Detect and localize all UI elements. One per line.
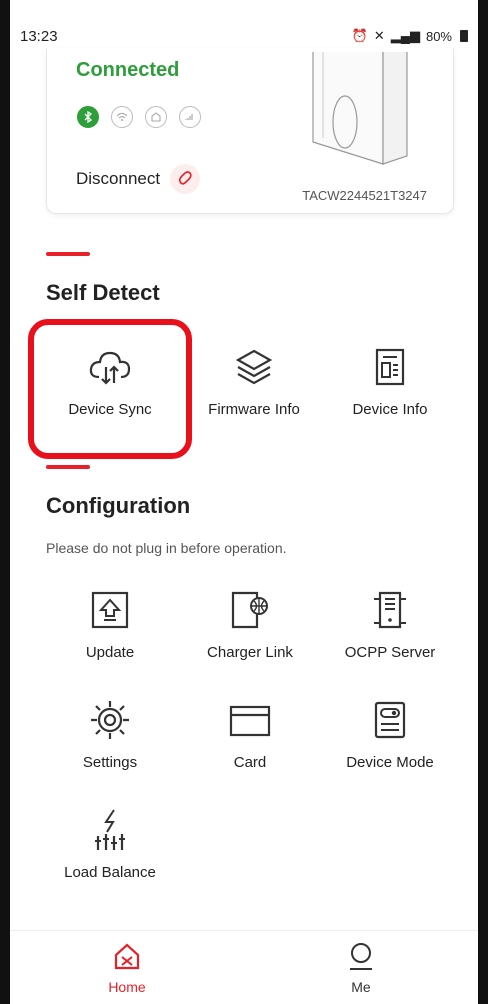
status-icons: ⏰ ✕ ▂▄▆ 80% — [352, 28, 468, 44]
device-info-label: Device Info — [352, 401, 428, 418]
battery-icon — [460, 30, 468, 42]
device-card: Connected Disconnect TACW2244521T3247 — [46, 48, 454, 214]
section-accent — [46, 252, 90, 256]
update-button[interactable]: Update — [40, 588, 180, 661]
bottom-nav: Home Me — [10, 930, 478, 1004]
configuration-title: Configuration — [46, 493, 191, 518]
device-mode-icon — [320, 698, 460, 742]
nav-home-label: Home — [108, 979, 146, 995]
charger-link-label: Charger Link — [207, 644, 293, 661]
highlight-box — [28, 319, 192, 459]
firmware-info-label: Firmware Info — [208, 401, 300, 418]
clock: 13:23 — [20, 27, 58, 45]
nav-me[interactable]: Me — [244, 931, 478, 1004]
mute-icon: ✕ — [373, 28, 385, 43]
wifi-icon — [111, 106, 133, 128]
ocpp-server-button[interactable]: OCPP Server — [320, 588, 460, 661]
status-bar: 13:23 ⏰ ✕ ▂▄▆ 80% — [20, 26, 468, 46]
cellular-signal-icon: ▂▄▆ — [390, 28, 420, 43]
document-icon — [320, 345, 460, 389]
self-detect-title: Self Detect — [46, 280, 160, 305]
upload-icon — [40, 588, 180, 632]
screen-bezel-left — [0, 0, 10, 1004]
bluetooth-icon — [77, 106, 99, 128]
firmware-info-button[interactable]: Firmware Info — [184, 345, 324, 418]
screen-bezel-right — [478, 0, 488, 1004]
device-mode-label: Device Mode — [346, 754, 434, 771]
device-info-button[interactable]: Device Info — [320, 345, 460, 418]
device-mode-button[interactable]: Device Mode — [320, 698, 460, 771]
charger-link-button[interactable]: Charger Link — [180, 588, 320, 661]
ocpp-server-label: OCPP Server — [344, 644, 436, 661]
settings-button[interactable]: Settings — [40, 698, 180, 771]
charger-link-icon — [180, 588, 320, 632]
alarm-icon: ⏰ — [351, 28, 368, 43]
profile-icon — [350, 943, 372, 970]
connection-status: Connected — [76, 59, 180, 81]
battery-level: 80% — [425, 28, 452, 44]
card-icon — [180, 698, 320, 742]
server-icon — [320, 588, 460, 632]
ethernet-icon — [145, 106, 167, 128]
nav-me-label: Me — [351, 979, 371, 995]
charger-image — [312, 52, 408, 165]
configuration-note: Please do not plug in before operation. — [46, 540, 287, 556]
load-balance-icon — [40, 808, 180, 852]
unlink-icon — [170, 164, 201, 194]
card-button[interactable]: Card — [180, 698, 320, 771]
serial-number: TACW2244521T3247 — [302, 188, 427, 203]
cellular-icon — [179, 106, 201, 128]
gear-icon — [40, 698, 180, 742]
disconnect-label: Disconnect — [76, 169, 161, 188]
disconnect-button[interactable]: Disconnect — [76, 164, 201, 194]
card-label: Card — [233, 754, 267, 771]
section-accent — [46, 465, 90, 469]
home-icon — [114, 943, 140, 970]
connection-icons — [77, 106, 201, 128]
load-balance-button[interactable]: Load Balance — [40, 808, 180, 881]
nav-home[interactable]: Home — [10, 931, 244, 1004]
update-label: Update — [85, 644, 135, 661]
settings-label: Settings — [82, 754, 138, 771]
load-balance-label: Load Balance — [64, 864, 156, 881]
layers-icon — [184, 345, 324, 389]
